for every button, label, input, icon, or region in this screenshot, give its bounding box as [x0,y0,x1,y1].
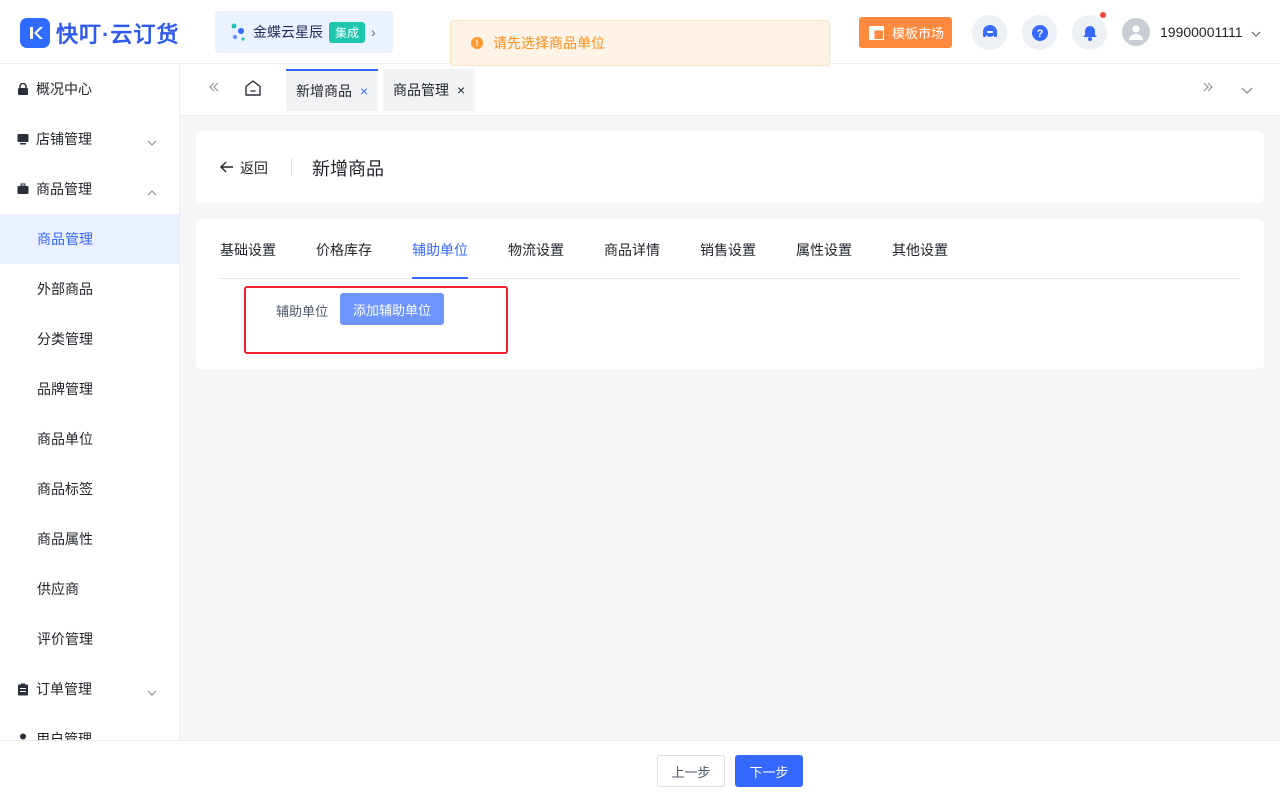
sidebar-item-label: 概况中心 [36,81,92,97]
user-avatar-icon [1129,25,1143,40]
form-tabs: 基础设置 价格库存 辅助单位 物流设置 商品详情 销售设置 属性设置 其他设置 [220,219,1240,279]
sidebar-subitem-units[interactable]: 商品单位 [0,414,179,464]
sidebar-subitem-brands[interactable]: 品牌管理 [0,364,179,414]
sidebar: 概况中心 店铺管理 商品管理 商品管理 外部商品 分类管理 品牌管理 商品单位 … [0,64,180,740]
tab-attribute-settings[interactable]: 属性设置 [796,240,852,279]
avatar [1122,18,1150,46]
tab-label: 商品管理 [393,82,449,98]
home-icon[interactable] [244,79,262,102]
tab-other-settings[interactable]: 其他设置 [892,240,948,279]
user-name: 19900001111 [1160,24,1243,40]
sidebar-item-label: 商品管理 [36,181,92,197]
page-tabs-bar: 新增商品 × 商品管理 × [180,64,1280,116]
tab-sales-settings[interactable]: 销售设置 [700,240,756,279]
tab-product-management[interactable]: 商品管理 × [383,69,476,111]
chevron-up-icon [147,183,157,199]
notification-button[interactable] [1072,12,1107,50]
tab-logistics[interactable]: 物流设置 [508,240,564,279]
template-market-label: 模板市场 [892,26,945,41]
page-title: 新增商品 [312,159,384,179]
sidebar-subitem-suppliers[interactable]: 供应商 [0,564,179,614]
briefcase-icon [16,182,30,196]
sidebar-subitem-tags[interactable]: 商品标签 [0,464,179,514]
integration-badge: 集成 [329,21,366,43]
aux-unit-label: 辅助单位 [276,304,329,319]
sidebar-item-users[interactable]: 用户管理 [0,714,179,740]
tab-basic-settings[interactable]: 基础设置 [220,240,276,279]
sidebar-subitem-external-products[interactable]: 外部商品 [0,264,179,314]
app-name: 快叮·云订货 [56,22,180,47]
sidebar-item-overview[interactable]: 概况中心 [0,64,179,114]
page-header-card: 返回 新增商品 [196,131,1264,203]
logo-mark-icon [20,18,50,48]
arrow-left-icon [220,160,234,176]
footer-bar: 上一步 下一步 [0,740,1280,800]
tab-price-stock[interactable]: 价格库存 [316,240,372,279]
integration-name: 金蝶云星辰 [253,24,323,40]
template-market-button[interactable]: 模板市场 [859,17,952,48]
previous-step-button[interactable]: 上一步 [657,755,725,787]
scroll-right-icon[interactable] [1202,80,1214,98]
chevron-down-icon [1251,24,1261,40]
sidebar-item-label: 店铺管理 [36,131,92,147]
sidebar-item-label: 订单管理 [36,681,92,697]
lock-icon [16,82,30,96]
notification-dot [1100,12,1106,18]
bell-icon [1082,25,1097,41]
tab-aux-unit[interactable]: 辅助单位 [412,240,468,279]
sidebar-item-orders[interactable]: 订单管理 [0,664,179,714]
sidebar-subitem-reviews[interactable]: 评价管理 [0,614,179,664]
warning-toast: ! 请先选择商品单位 [450,20,830,66]
divider [291,158,292,176]
tab-new-product[interactable]: 新增商品 × [286,69,379,111]
customer-service-icon [982,24,997,37]
back-button[interactable]: 返回 [220,158,268,178]
chevron-right-icon: › [371,24,376,40]
sidebar-subitem-attributes[interactable]: 商品属性 [0,514,179,564]
kingdee-logo-icon [231,23,245,41]
sidebar-subitem-product-management[interactable]: 商品管理 [0,214,179,264]
app-logo[interactable]: 快叮·云订货 [20,17,179,49]
sidebar-item-products[interactable]: 商品管理 [0,164,179,214]
help-icon: ? [1031,24,1048,41]
form-card: 基础设置 价格库存 辅助单位 物流设置 商品详情 销售设置 属性设置 其他设置 … [196,219,1264,369]
svg-text:?: ? [1036,28,1043,40]
tab-label: 新增商品 [296,83,352,99]
integration-switcher[interactable]: 金蝶云星辰 集成 › [215,11,393,53]
close-icon[interactable]: × [360,83,368,99]
tabs-menu-chevron-icon[interactable] [1241,82,1253,100]
warning-icon: ! [471,37,483,49]
clipboard-icon [16,682,30,696]
chevron-down-icon [147,733,157,740]
user-icon [16,732,30,740]
layout-icon [869,25,884,40]
next-step-button[interactable]: 下一步 [735,755,803,787]
tab-product-details[interactable]: 商品详情 [604,240,660,279]
sidebar-item-label: 用户管理 [36,731,92,740]
back-label: 返回 [240,160,268,176]
user-menu[interactable]: 19900001111 [1122,18,1261,46]
add-aux-unit-button[interactable]: 添加辅助单位 [340,293,444,325]
help-button[interactable]: ? [1022,15,1057,50]
sidebar-subitem-categories[interactable]: 分类管理 [0,314,179,364]
close-icon[interactable]: × [457,82,465,98]
customer-service-button[interactable] [972,15,1007,50]
chevron-down-icon [147,683,157,699]
toast-message: 请先选择商品单位 [493,35,605,51]
sidebar-item-store[interactable]: 店铺管理 [0,114,179,164]
monitor-icon [16,132,30,146]
chevron-down-icon [147,133,157,149]
scroll-left-icon[interactable] [208,80,220,98]
